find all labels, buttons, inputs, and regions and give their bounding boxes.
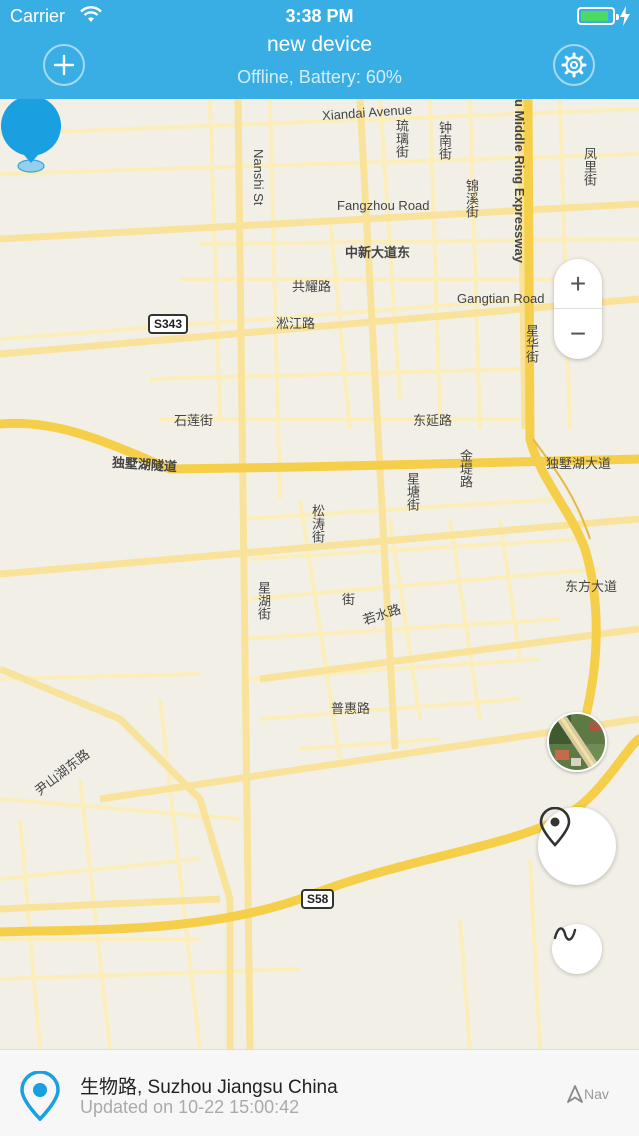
navigation-arrow-icon bbox=[567, 1085, 583, 1103]
label-zhongnan-jie: 钟南街 bbox=[437, 121, 452, 160]
label-dongyan-lu: 东延路 bbox=[413, 413, 453, 428]
map-view[interactable]: Xiandai Avenue Nanshi St 琉璃街 钟南街 u Middl… bbox=[0, 99, 639, 1049]
label-middle-ring: u Middle Ring Expressway bbox=[512, 99, 527, 263]
label-zhongxin-dadao: 中新大道东 bbox=[345, 245, 411, 260]
label-nanshi-st: Nanshi St bbox=[251, 149, 266, 206]
zoom-control: + − bbox=[554, 259, 602, 359]
track-history-button[interactable] bbox=[552, 924, 602, 974]
label-xingtang-jie: 星塘街 bbox=[405, 472, 420, 511]
label-fengli-jie: 凤里街 bbox=[582, 147, 597, 186]
updated-timestamp: Updated on 10-22 15:00:42 bbox=[80, 1097, 300, 1117]
device-name: new device bbox=[266, 33, 373, 56]
navigate-button[interactable]: Nav bbox=[566, 1085, 609, 1103]
label-xinghu-jie: 星湖街 bbox=[256, 581, 271, 620]
satellite-toggle-button[interactable] bbox=[547, 712, 607, 772]
label-jinxi-jie: 锦溪街 bbox=[464, 179, 479, 218]
settings-button[interactable] bbox=[553, 44, 595, 86]
label-shilian-jie: 石莲街 bbox=[174, 413, 214, 428]
label-songjiang-lu: 淞江路 bbox=[276, 316, 316, 331]
address-text: 生物路, Suzhou Jiangsu China bbox=[80, 1077, 338, 1098]
label-songtao-jie: 松涛街 bbox=[310, 504, 325, 543]
track-route-icon bbox=[553, 927, 577, 941]
location-pin-icon bbox=[20, 1071, 60, 1121]
shield-s343: S343 bbox=[148, 314, 189, 334]
app-header: Carrier 3:38 PM new device Offline, Batt… bbox=[0, 0, 639, 99]
label-gongyao-lu: 共耀路 bbox=[292, 279, 332, 294]
label-dongfang-dadao: 东方大道 bbox=[565, 579, 618, 594]
charging-bolt-icon bbox=[620, 6, 630, 26]
battery-icon bbox=[577, 7, 619, 25]
status-bar: Carrier 3:38 PM bbox=[0, 0, 639, 34]
nav-label: Nav bbox=[584, 1086, 609, 1102]
label-jie: 街 bbox=[342, 592, 356, 607]
label-puhui-lu: 普惠路 bbox=[331, 701, 371, 716]
label-liuli-jie: 琉璃街 bbox=[394, 119, 409, 158]
label-dushuhu-dadao: 独墅湖大道 bbox=[546, 456, 612, 471]
gear-icon bbox=[561, 52, 587, 78]
zoom-out-button[interactable]: − bbox=[554, 309, 602, 359]
location-pin-icon bbox=[539, 807, 571, 847]
zoom-in-button[interactable]: + bbox=[554, 259, 602, 309]
device-location-marker[interactable] bbox=[0, 99, 62, 175]
device-status: Offline, Battery: 60% bbox=[237, 67, 402, 87]
label-fangzhou-road: Fangzhou Road bbox=[337, 198, 430, 213]
label-jinti-lu: 金堤路 bbox=[458, 449, 473, 488]
satellite-thumbnail-icon bbox=[549, 714, 605, 770]
shield-s58: S58 bbox=[301, 889, 335, 909]
label-gangtian-road: Gangtian Road bbox=[457, 291, 545, 306]
locate-device-button[interactable] bbox=[538, 807, 616, 885]
location-info-bar[interactable]: 生物路, Suzhou Jiangsu China Updated on 10-… bbox=[0, 1049, 639, 1136]
status-time: 3:38 PM bbox=[285, 6, 354, 26]
battery-fill bbox=[581, 11, 608, 21]
label-xinghua-jie: 星华街 bbox=[524, 324, 539, 363]
